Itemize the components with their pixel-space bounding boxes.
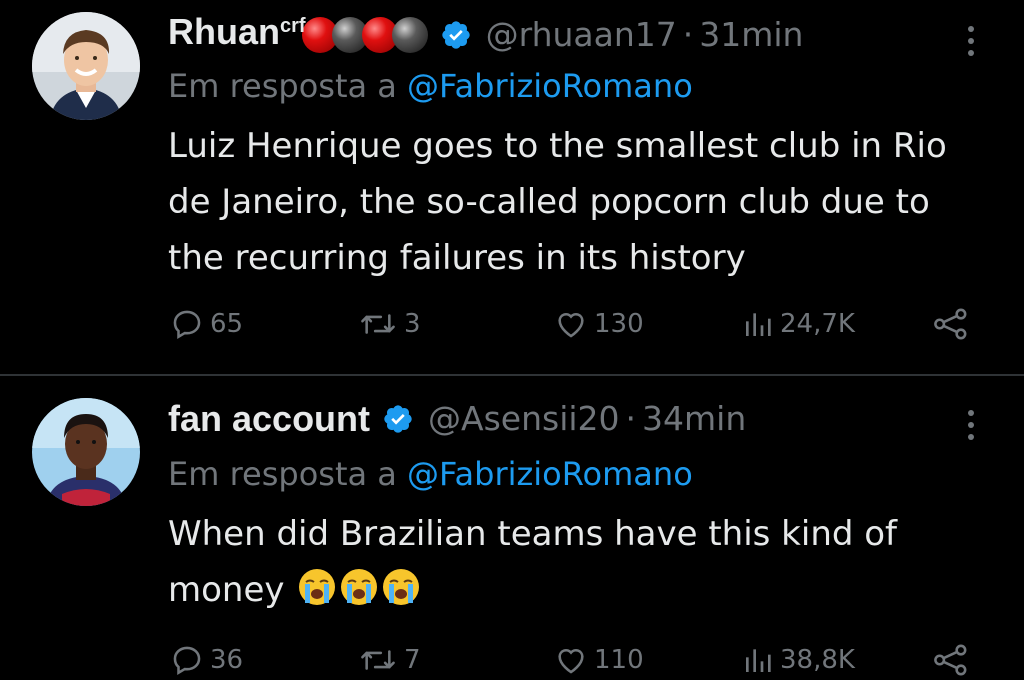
more-vertical-icon[interactable] (968, 410, 976, 440)
handle[interactable]: @Asensii20 (428, 394, 620, 444)
reply-icon (173, 646, 201, 675)
tweet-text-line: When did Brazilian teams have this kind … (168, 514, 898, 554)
views-count: 24,7K (780, 309, 855, 339)
tweet-actions: 36 7 110 38,8K (168, 640, 988, 680)
timestamp[interactable]: 31min (699, 10, 803, 60)
like-button[interactable]: 110 (554, 640, 644, 680)
repost-button[interactable]: 3 (358, 304, 421, 344)
display-name[interactable]: Rhuancrf (168, 7, 306, 63)
loudly-crying-face-icon (299, 569, 336, 605)
tweet[interactable]: fan account @Asensii20 · 34min Em respos… (0, 376, 1024, 679)
share-icon (934, 308, 967, 340)
like-button[interactable]: 130 (554, 304, 644, 344)
reply-count: 36 (210, 645, 244, 675)
repost-icon (361, 314, 395, 334)
tweet-text: When did Brazilian teams have this kind … (168, 506, 1008, 618)
like-icon (558, 648, 584, 674)
tweet-text-line: de Janeiro, the so-called popcorn club d… (168, 182, 930, 222)
views-button[interactable]: 38,8K (742, 640, 855, 680)
share-icon (934, 644, 967, 676)
separator: · (625, 399, 637, 438)
name-emoji-balls (301, 17, 428, 53)
like-count: 110 (594, 645, 644, 675)
repost-count: 3 (404, 309, 421, 339)
tweet-header: Rhuancrf @rhuaan17 · 31min (168, 10, 803, 60)
tweet-actions: 65 3 130 24,7K (168, 304, 988, 344)
timestamp[interactable]: 34min (642, 394, 746, 444)
tweet-text-segment: money (168, 570, 285, 610)
display-name[interactable]: fan account (168, 394, 370, 444)
avatar[interactable] (32, 12, 140, 120)
repost-button[interactable]: 7 (358, 640, 421, 680)
reply-button[interactable]: 36 (170, 640, 243, 680)
tweet-text: Luiz Henrique goes to the smallest club … (168, 118, 1008, 286)
tweet[interactable]: Rhuancrf @rhuaan17 · 31min Em resposta a… (0, 0, 1024, 374)
reply-context: Em resposta a @FabrizioRomano (168, 452, 693, 496)
like-icon (558, 312, 584, 338)
repost-count: 7 (404, 645, 421, 675)
reply-mention[interactable]: @FabrizioRomano (407, 67, 693, 105)
tweet-text-line: Luiz Henrique goes to the smallest club … (168, 126, 947, 166)
emoji-group (295, 569, 421, 610)
reply-prefix: Em resposta a (168, 455, 397, 493)
share-button[interactable] (932, 640, 970, 680)
reply-context: Em resposta a @FabrizioRomano (168, 64, 693, 108)
reply-icon (173, 310, 201, 339)
verified-badge-icon (441, 21, 470, 49)
like-count: 130 (594, 309, 644, 339)
views-button[interactable]: 24,7K (742, 304, 855, 344)
more-vertical-icon[interactable] (968, 26, 976, 56)
loudly-crying-face-icon (341, 569, 378, 605)
views-count: 38,8K (780, 645, 855, 675)
tweet-text-line: money (168, 562, 1008, 618)
tweet-header: fan account @Asensii20 · 34min (168, 394, 746, 444)
views-icon (746, 649, 771, 672)
black-ball-icon (391, 17, 428, 53)
reply-count: 65 (210, 309, 244, 339)
separator: · (682, 15, 694, 54)
share-button[interactable] (932, 304, 970, 344)
loudly-crying-face-icon (383, 569, 420, 605)
tweet-text-line: the recurring failures in its history (168, 238, 746, 278)
verified-badge-icon (384, 405, 412, 433)
name-superscript: crf (280, 15, 306, 37)
reply-button[interactable]: 65 (170, 304, 243, 344)
reply-prefix: Em resposta a (168, 67, 397, 105)
repost-icon (361, 650, 395, 670)
avatar[interactable] (32, 398, 140, 506)
views-icon (746, 313, 771, 336)
reply-mention[interactable]: @FabrizioRomano (407, 455, 693, 493)
handle[interactable]: @rhuaan17 (486, 10, 677, 60)
